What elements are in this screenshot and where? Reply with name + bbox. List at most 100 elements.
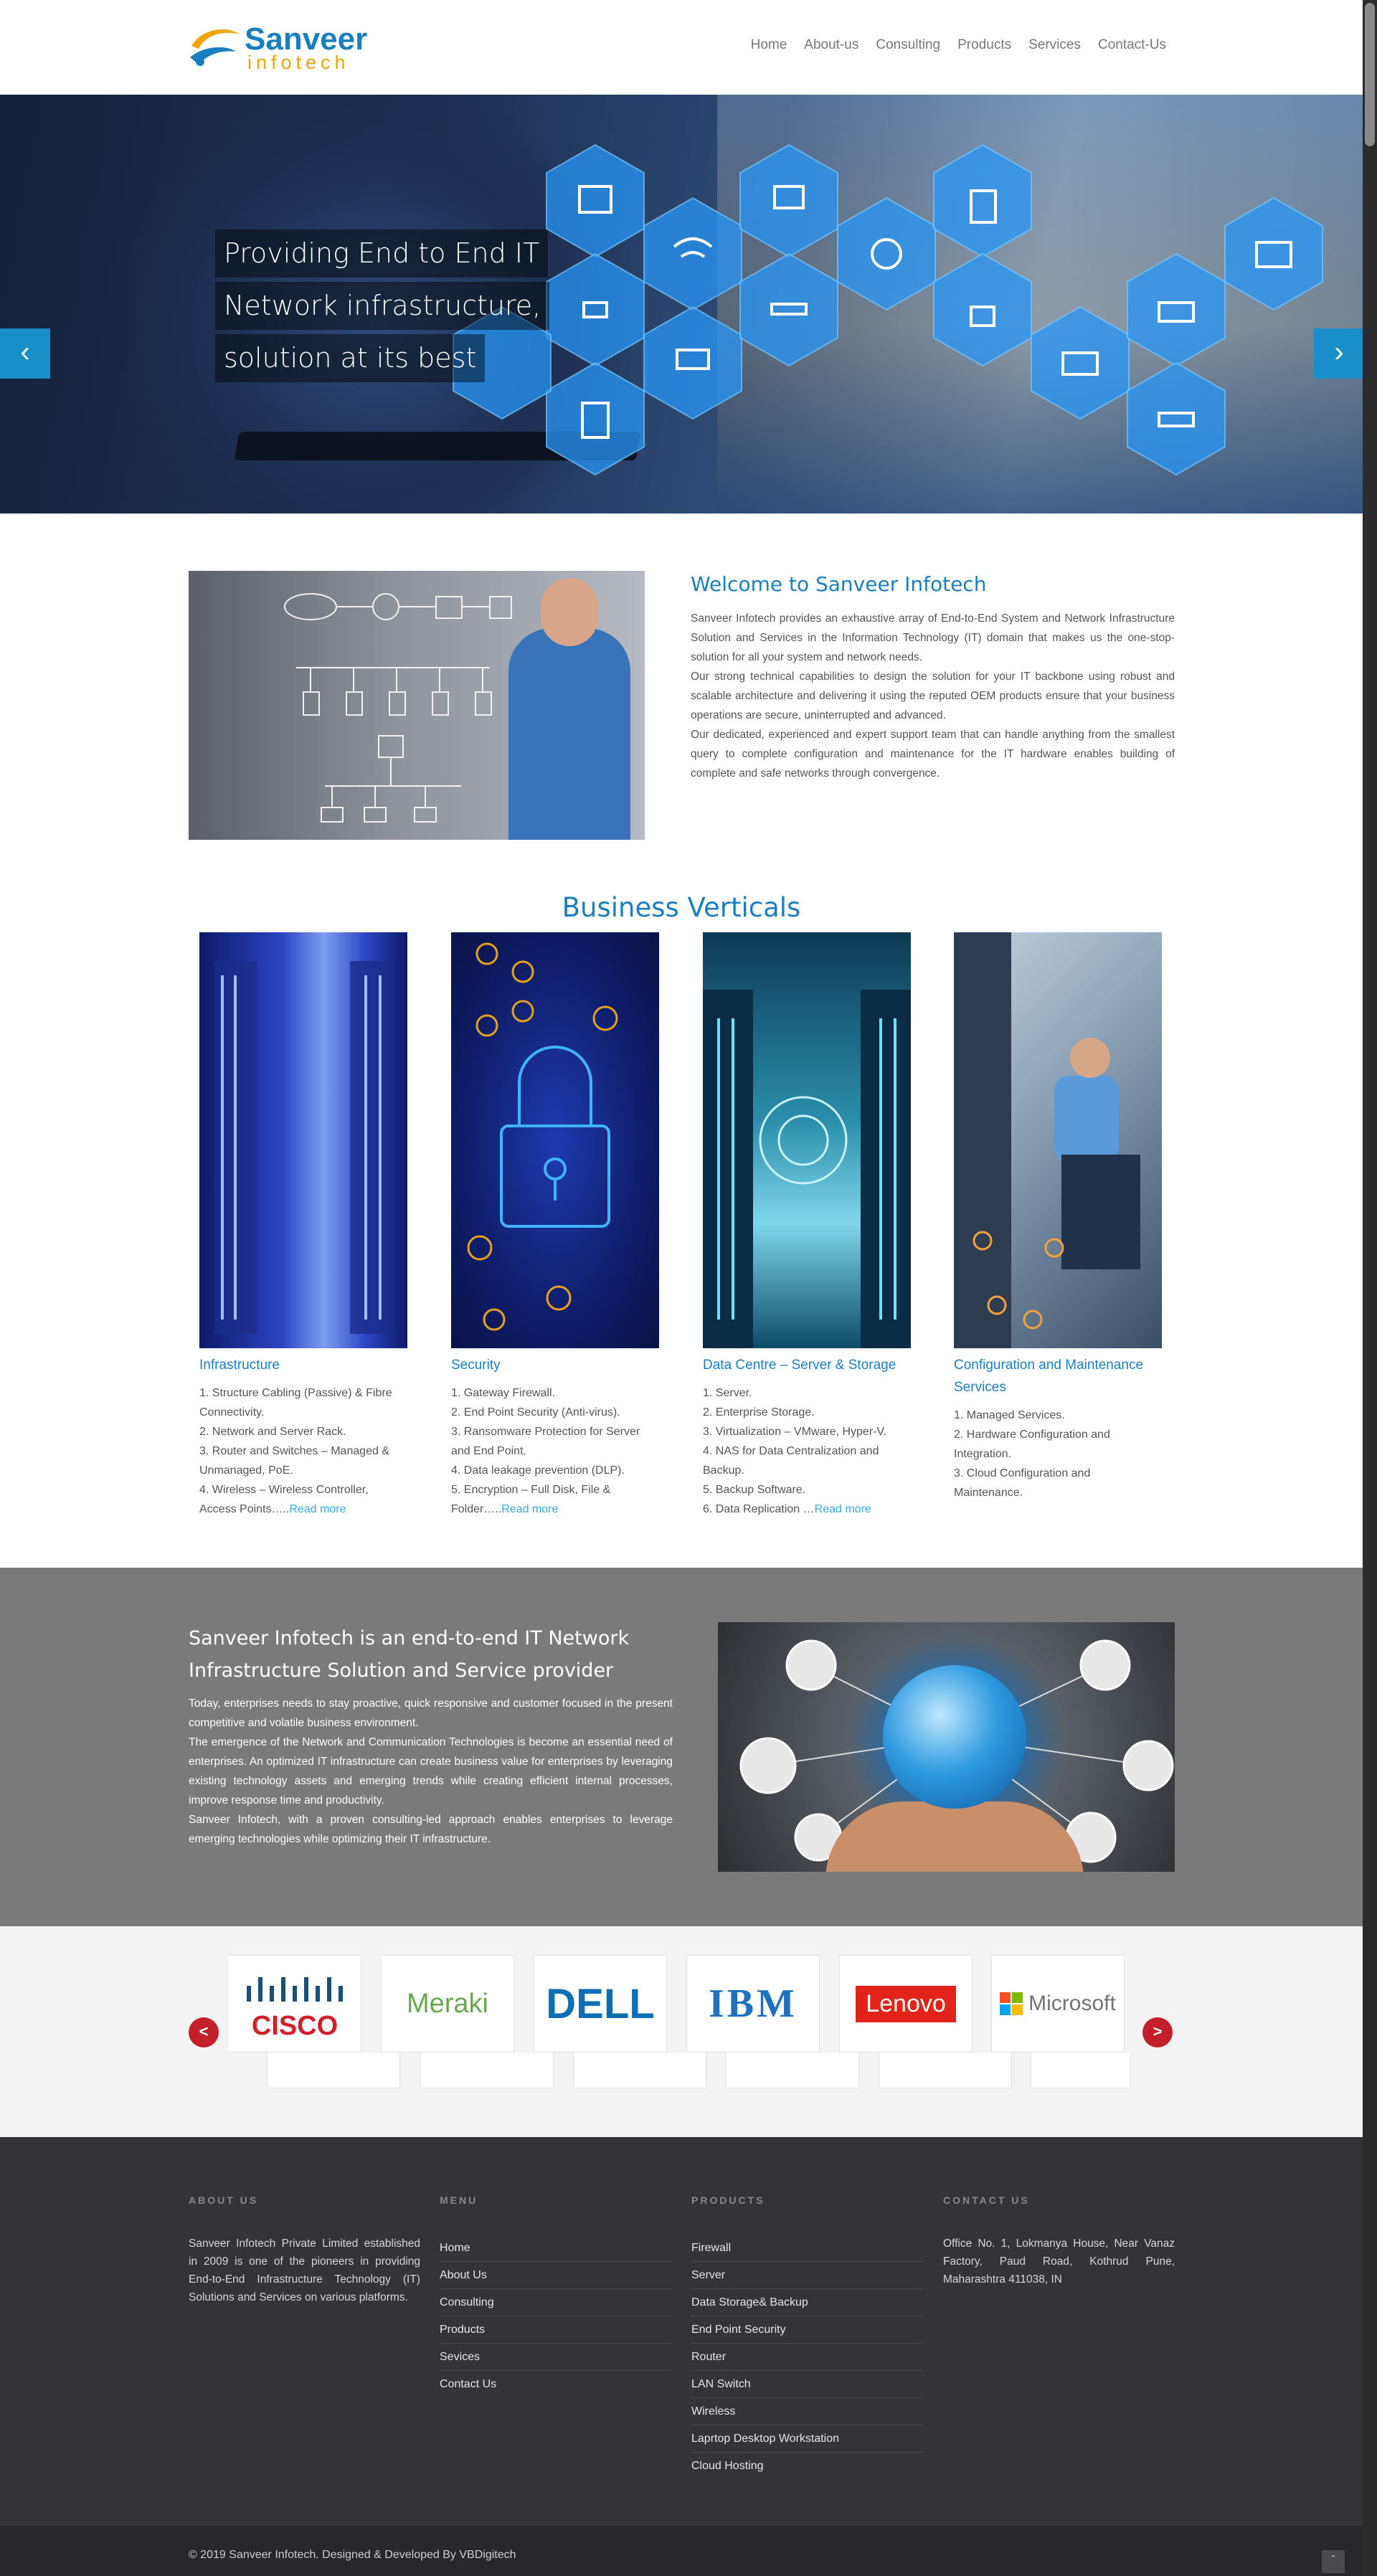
microsoft-logo-text: Microsoft	[1028, 1992, 1116, 2015]
cisco-logo-text: CISCO	[251, 2011, 337, 2041]
footer-menu-link[interactable]: About Us	[440, 2262, 671, 2289]
back-to-top-button[interactable]: ˆ	[1322, 2550, 1345, 2573]
footer-about: ABOUT US Sanveer Infotech Private Limite…	[189, 2194, 420, 2306]
clients-carousel: < CISCO Meraki DELL IBM Lenovo Microsoft	[0, 1926, 1363, 2137]
footer-contact: CONTACT US Office No. 1, Lokmanya House,…	[943, 2194, 1175, 2288]
vertical-list-item: 3. Virtualization – VMware, Hyper-V.	[703, 1426, 887, 1438]
footer-product-link[interactable]: Router	[691, 2344, 923, 2371]
carousel-slide-shadow	[420, 2052, 554, 2088]
business-verticals-section: Business Verticals Infrastructure 1. Str…	[0, 851, 1363, 1568]
footer-menu-link[interactable]: Consulting	[440, 2289, 671, 2316]
nav-services[interactable]: Services	[1028, 37, 1081, 53]
nav-contact-us[interactable]: Contact-Us	[1098, 37, 1166, 53]
footer-product-link[interactable]: Laprtop Desktop Workstation	[691, 2425, 923, 2453]
vertical-title[interactable]: Data Centre – Server & Storage	[703, 1354, 911, 1376]
footer-heading: ABOUT US	[189, 2194, 259, 2206]
meraki-logo-text: Meraki	[406, 1988, 489, 2019]
client-logo-lenovo[interactable]: Lenovo	[839, 1955, 973, 2052]
client-logo-cisco[interactable]: CISCO	[228, 1955, 361, 2052]
lenovo-logo-text: Lenovo	[856, 1985, 956, 2022]
page: Sanveer infotech Home About-us Consultin…	[0, 0, 1363, 2576]
logo-sub: infotech	[247, 52, 350, 73]
welcome-text: Welcome to Sanveer Infotech Sanveer Info…	[691, 572, 1175, 783]
slider-prev-button[interactable]: ‹	[0, 328, 50, 379]
dell-logo-text: DELL	[546, 1980, 655, 2027]
footer-contact-text: Office No. 1, Lokmanya House, Near Vanaz…	[943, 2238, 1175, 2286]
provider-text: Sanveer Infotech is an end-to-end IT Net…	[189, 1622, 673, 1849]
scrollbar-thumb[interactable]	[1365, 3, 1375, 146]
read-more-link[interactable]: Read more	[501, 1503, 558, 1515]
client-logo-ibm[interactable]: IBM	[686, 1955, 820, 2052]
chevron-left-icon: ‹	[20, 336, 30, 368]
vertical-list-item: 4. Data leakage prevention (DLP).	[451, 1464, 625, 1477]
vertical-list-item: 3. Ransomware Protection for Server and …	[451, 1426, 640, 1457]
main-nav: Home About-us Consulting Products Servic…	[751, 37, 1166, 53]
vertical-title[interactable]: Configuration and Maintenance Services	[954, 1354, 1162, 1398]
welcome-paragraph: Our dedicated, experienced and expert su…	[691, 729, 1175, 780]
vertical-list-item: 5. Backup Software.	[703, 1484, 806, 1496]
configuration-image	[954, 932, 1162, 1348]
hero-caption-line: Providing End to End IT	[215, 229, 549, 278]
footer-heading: CONTACT US	[943, 2194, 1030, 2206]
vertical-title[interactable]: Infrastructure	[199, 1354, 407, 1376]
footer-menu-link[interactable]: Contact Us	[440, 2371, 671, 2398]
site-header: Sanveer infotech Home About-us Consultin…	[0, 0, 1363, 95]
site-logo[interactable]: Sanveer infotech	[189, 20, 367, 73]
footer-product-link[interactable]: Wireless	[691, 2398, 923, 2425]
vertical-list: 1. Managed Services. 2. Hardware Configu…	[954, 1406, 1162, 1502]
copyright-text: © 2019 Sanveer Infotech. Designed & Deve…	[189, 2549, 516, 2561]
footer-product-link[interactable]: LAN Switch	[691, 2371, 923, 2398]
welcome-person-image	[508, 578, 630, 840]
carousel-slide-shadow	[726, 2052, 859, 2088]
hero-caption-line: Network infrastructure,	[215, 282, 550, 330]
footer-menu-link[interactable]: Home	[440, 2235, 671, 2262]
footer-product-link[interactable]: End Point Security	[691, 2316, 923, 2344]
footer-menu-link[interactable]: Sevices	[440, 2344, 671, 2371]
read-more-link[interactable]: Read more	[289, 1503, 346, 1515]
chevron-right-icon: ›	[1334, 336, 1344, 368]
client-logo-meraki[interactable]: Meraki	[381, 1955, 514, 2052]
hero-caption: Providing End to End IT Network infrastr…	[215, 229, 550, 382]
carousel-slide-shadow	[267, 2052, 400, 2088]
welcome-section: Welcome to Sanveer Infotech Sanveer Info…	[0, 513, 1363, 851]
welcome-paragraph: Sanveer Infotech provides an exhaustive …	[691, 612, 1175, 663]
provider-paragraph: Sanveer Infotech, with a proven consulti…	[189, 1814, 673, 1845]
site-footer: ABOUT US Sanveer Infotech Private Limite…	[0, 2137, 1363, 2526]
page-scrollbar[interactable]	[1363, 0, 1377, 2576]
nav-products[interactable]: Products	[957, 37, 1011, 53]
slider-next-button[interactable]: ›	[1314, 328, 1363, 379]
globe-icon	[883, 1665, 1026, 1809]
vertical-list-item: 1. Server.	[703, 1387, 752, 1399]
nav-about-us[interactable]: About-us	[804, 37, 858, 53]
footer-menu: MENU Home About Us Consulting Products S…	[440, 2194, 671, 2398]
footer-heading: MENU	[440, 2194, 478, 2206]
footer-product-link[interactable]: Cloud Hosting	[691, 2453, 923, 2480]
footer-menu-link[interactable]: Products	[440, 2316, 671, 2344]
vertical-title[interactable]: Security	[451, 1354, 659, 1376]
carousel-next-button[interactable]: >	[1142, 2017, 1173, 2047]
read-more-link[interactable]: Read more	[815, 1503, 871, 1515]
provider-paragraph: Today, enterprises needs to stay proacti…	[189, 1697, 673, 1729]
vertical-card-security: Security 1. Gateway Firewall. 2. End Poi…	[451, 932, 659, 1519]
verticals-title: Business Verticals	[562, 892, 801, 923]
hand-image	[825, 1801, 1084, 1872]
footer-product-link[interactable]: Data Storage& Backup	[691, 2289, 923, 2316]
vertical-list-item: 3. Router and Switches – Managed & Unman…	[199, 1445, 390, 1477]
footer-heading: PRODUCTS	[691, 2194, 765, 2206]
footer-product-link[interactable]: Firewall	[691, 2235, 923, 2262]
vertical-list-item: 2. Enterprise Storage.	[703, 1406, 815, 1419]
footer-product-link[interactable]: Server	[691, 2262, 923, 2289]
carousel-prev-button[interactable]: <	[189, 2017, 219, 2047]
client-logo-dell[interactable]: DELL	[534, 1955, 667, 2052]
ibm-logo-text: IBM	[709, 1981, 798, 2026]
hero-caption-line: solution at its best	[215, 334, 486, 382]
hero-slider: Providing End to End IT Network infrastr…	[0, 95, 1363, 513]
provider-globe-image	[718, 1622, 1175, 1872]
carousel-slide-shadow	[1031, 2052, 1131, 2088]
microsoft-logo: Microsoft	[1000, 1992, 1116, 2016]
vertical-card-data-centre: Data Centre – Server & Storage 1. Server…	[703, 932, 911, 1519]
nav-consulting[interactable]: Consulting	[876, 37, 940, 53]
client-logo-microsoft[interactable]: Microsoft	[991, 1955, 1125, 2052]
welcome-paragraph: Our strong technical capabilities to des…	[691, 671, 1175, 721]
nav-home[interactable]: Home	[751, 37, 787, 53]
